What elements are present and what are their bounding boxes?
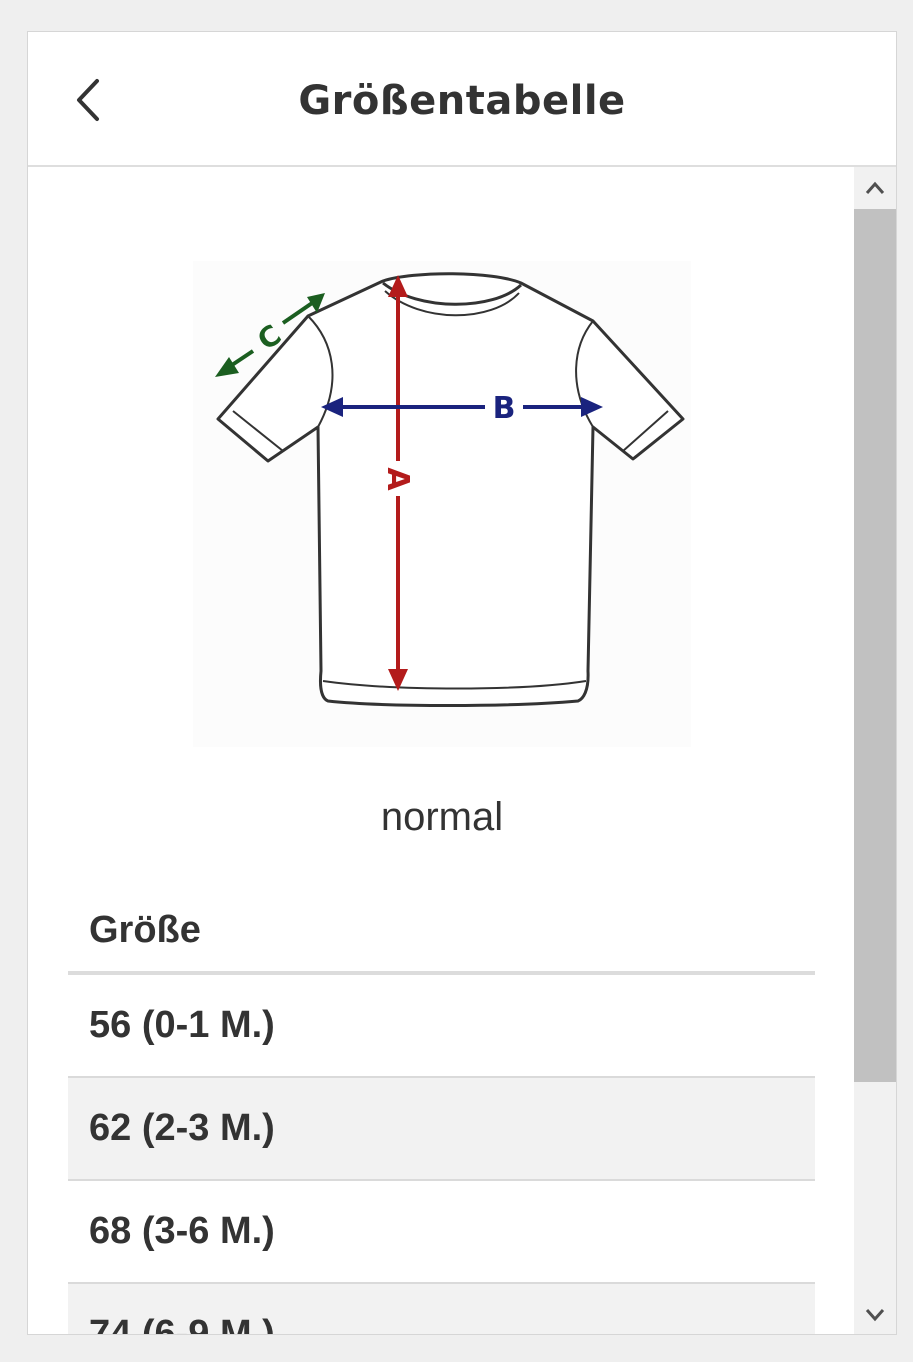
tshirt-measurement-image: A B C [193,261,691,747]
table-row: 62 (2-3 M.) [68,1078,815,1181]
measure-label-a: A [380,467,415,491]
table-header-size: Größe [68,895,815,975]
fit-caption: normal [380,795,504,839]
dialog-content: A B C normal Größe 56 (0-1 M.) 62 (2-3 M… [28,167,856,1334]
page-title: Größentabelle [298,78,626,124]
scroll-up-button[interactable] [854,167,896,209]
measure-label-b: B [493,391,516,426]
scroll-down-button[interactable] [854,1294,896,1334]
chevron-up-icon [865,181,885,194]
table-row: 74 (6-9 M.) [68,1284,815,1334]
table-row: 56 (0-1 M.) [68,975,815,1078]
size-table: Größe 56 (0-1 M.) 62 (2-3 M.) 68 (3-6 M.… [68,895,815,1334]
dialog-header: Größentabelle [28,32,896,167]
scrollbar-thumb[interactable] [854,209,896,1082]
size-chart-dialog: Größentabelle A B C normal Größe 56 (0-1… [27,31,897,1335]
vertical-scrollbar[interactable] [854,167,896,1334]
chevron-down-icon [865,1309,885,1322]
table-row: 68 (3-6 M.) [68,1181,815,1284]
